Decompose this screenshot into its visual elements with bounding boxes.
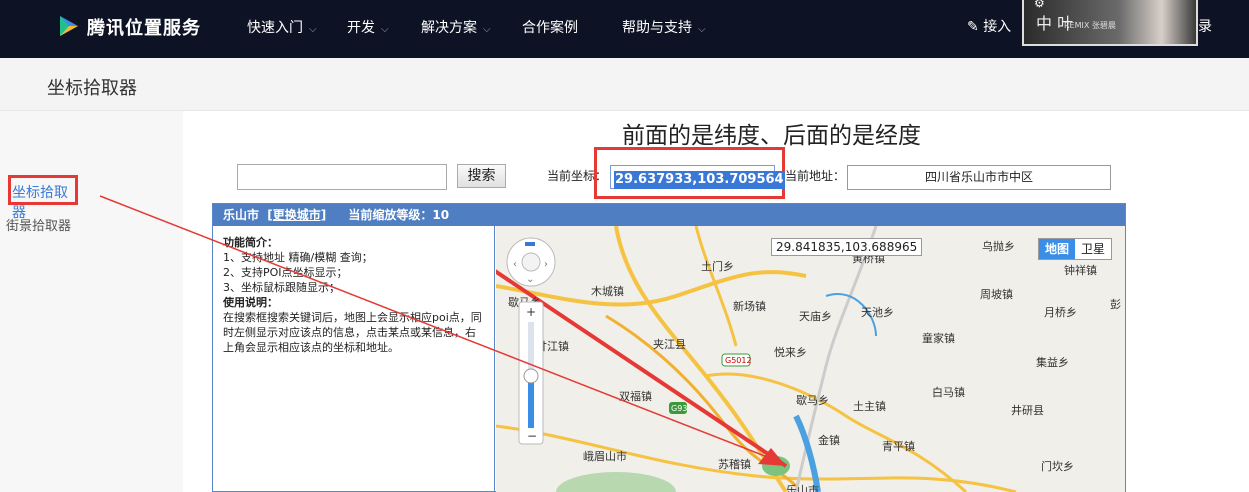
road-badge-g5012: G5012 xyxy=(725,356,752,365)
map-label: 土门乡 xyxy=(701,260,734,273)
chevron-down-icon: ⌵ xyxy=(381,24,389,35)
pan-left-icon[interactable]: ‹ xyxy=(513,259,517,270)
map-label: 周坡镇 xyxy=(980,288,1013,301)
map-label: 苏稽镇 xyxy=(718,458,751,471)
music-ad-banner[interactable]: ⚙ 中 叶 REMIX 张碧晨 xyxy=(1022,0,1198,46)
map-label: 彭 xyxy=(1110,298,1121,311)
settings-icon[interactable]: ⚙ xyxy=(1034,0,1045,10)
usage-text: 在搜索框搜索关键词后，地图上会显示相应poi点，同时左侧显示对应该点的信息，点击… xyxy=(223,311,482,354)
usage-title: 使用说明： xyxy=(223,296,278,309)
map-label: 悦来乡 xyxy=(774,346,807,359)
map-label: 夹江县 xyxy=(653,338,686,351)
picker-panel: 乐山市 [更换城市] 当前缩放等级：10 功能简介： 1、支持地址 精确/模糊 … xyxy=(212,203,1126,492)
annotation-title: 前面的是纬度、后面的是经度 xyxy=(622,123,921,149)
nav-item-2[interactable]: 解决方案 ⌵ xyxy=(421,17,491,37)
features-title: 功能简介： xyxy=(223,236,278,249)
map-label: 青平镇 xyxy=(882,440,915,453)
nav-item-0[interactable]: 快速入门 ⌵ xyxy=(247,17,317,37)
map-label: 峨眉山市 xyxy=(583,450,627,463)
nav-item-label: 开发 xyxy=(347,20,375,36)
brand-name[interactable]: 腾讯位置服务 xyxy=(87,14,201,40)
map-label: 集益乡 xyxy=(1036,356,1069,369)
nav-item-4[interactable]: 帮助与支持 ⌵ xyxy=(622,17,706,37)
feature-item: 1、支持地址 精确/模糊 查询； xyxy=(223,251,373,264)
zoom-in-icon[interactable]: + xyxy=(526,305,536,319)
nav-item-label: 解决方案 xyxy=(421,20,477,36)
map-type-satellite-button[interactable]: 卫星 xyxy=(1075,239,1111,259)
map-label: 月桥乡 xyxy=(1044,306,1077,319)
map-label: 天池乡 xyxy=(861,306,894,319)
map-label: 歇马乡 xyxy=(796,394,829,407)
change-city-link[interactable]: [更换城市] xyxy=(267,208,326,222)
title-bar: 坐标拾取器 xyxy=(0,58,1249,111)
map-label: 木城镇 xyxy=(591,285,624,298)
feature-item: 2、支持POI点坐标显示； xyxy=(223,266,348,279)
top-nav: 腾讯位置服务 快速入门 ⌵ 开发 ⌵ 解决方案 ⌵ 合作案例 帮助与支持 ⌵ ✎ 接入 录 ⚙ … xyxy=(0,0,1249,58)
map-label: 乐山市 xyxy=(786,484,819,492)
map-zoom-control: ⌃ ‹ › ⌄ + − xyxy=(504,236,560,446)
map-label: 白马镇 xyxy=(932,386,965,399)
left-sidebar xyxy=(0,111,183,492)
chevron-down-icon: ⌵ xyxy=(483,24,491,35)
pan-right-icon[interactable]: › xyxy=(544,259,548,270)
map-label: 金镇 xyxy=(818,434,840,447)
nav-item-1[interactable]: 开发 ⌵ xyxy=(347,17,389,37)
road-badge-g93: G93 xyxy=(671,404,687,413)
current-addr-label: 当前地址： xyxy=(785,169,846,183)
map-type-map-button[interactable]: 地图 xyxy=(1039,239,1076,259)
search-button[interactable]: 搜索 xyxy=(457,164,506,188)
nav-item-label: 帮助与支持 xyxy=(622,20,692,36)
edit-icon: ✎ xyxy=(967,19,979,35)
panel-header: 乐山市 [更换城市] 当前缩放等级：10 xyxy=(213,204,1125,226)
current-addr-field[interactable]: 四川省乐山市市中区 xyxy=(847,165,1111,190)
pan-down-icon[interactable]: ⌄ xyxy=(526,274,534,285)
map-canvas[interactable]: G5012 G93 土门乡 木城镇 新场镇 天庙乡 夹江县 悦来乡 双福镇 峨眉… xyxy=(496,226,1125,492)
current-coord-field[interactable]: 29.637933,103.709564 xyxy=(610,165,785,189)
sidebar-item-streetview-picker[interactable]: 街景拾取器 xyxy=(6,215,71,234)
map-label: 新场镇 xyxy=(733,300,766,313)
map-coord-tooltip: 29.841835,103.688965 xyxy=(771,238,923,256)
zoom-slider-handle[interactable] xyxy=(523,368,539,384)
integrate-label: 接入 xyxy=(983,19,1012,35)
map-label: 天庙乡 xyxy=(799,310,832,323)
map-label: 门坎乡 xyxy=(1041,460,1074,473)
tencent-map-logo-icon[interactable] xyxy=(57,14,81,38)
integrate-link[interactable]: ✎ 接入 xyxy=(967,16,1011,36)
chevron-down-icon: ⌵ xyxy=(698,24,706,35)
nav-item-label: 快速入门 xyxy=(247,20,303,36)
current-coord-value: 29.637933,103.709564 xyxy=(614,171,785,189)
login-link[interactable]: 录 xyxy=(1198,16,1212,36)
map-label: 双福镇 xyxy=(619,390,652,403)
sidebar-item-coordinate-picker[interactable]: 坐标拾取器 xyxy=(8,175,78,221)
map-type-switch: 地图 卫星 xyxy=(1038,238,1113,260)
feature-item: 3、坐标鼠标跟随显示； xyxy=(223,281,340,294)
info-panel: 功能简介： 1、支持地址 精确/模糊 查询； 2、支持POI点坐标显示； 3、坐… xyxy=(213,226,495,492)
zoom-level-label: 当前缩放等级：10 xyxy=(348,208,450,222)
search-input[interactable] xyxy=(237,164,447,190)
page-title: 坐标拾取器 xyxy=(47,78,137,99)
nav-item-label: 合作案例 xyxy=(522,20,578,36)
map-label: 乌抛乡 xyxy=(982,240,1015,253)
city-name: 乐山市 xyxy=(223,208,260,222)
chevron-down-icon: ⌵ xyxy=(309,24,317,35)
map-label: 童家镇 xyxy=(922,332,955,345)
map-label: 钟祥镇 xyxy=(1064,264,1097,277)
nav-item-3[interactable]: 合作案例 xyxy=(522,17,578,37)
map-label: 井研县 xyxy=(1011,404,1044,417)
zoom-out-icon[interactable]: − xyxy=(527,429,537,443)
ad-subtitle: REMIX 张碧晨 xyxy=(1064,21,1116,30)
map-label: 土主镇 xyxy=(853,400,886,413)
